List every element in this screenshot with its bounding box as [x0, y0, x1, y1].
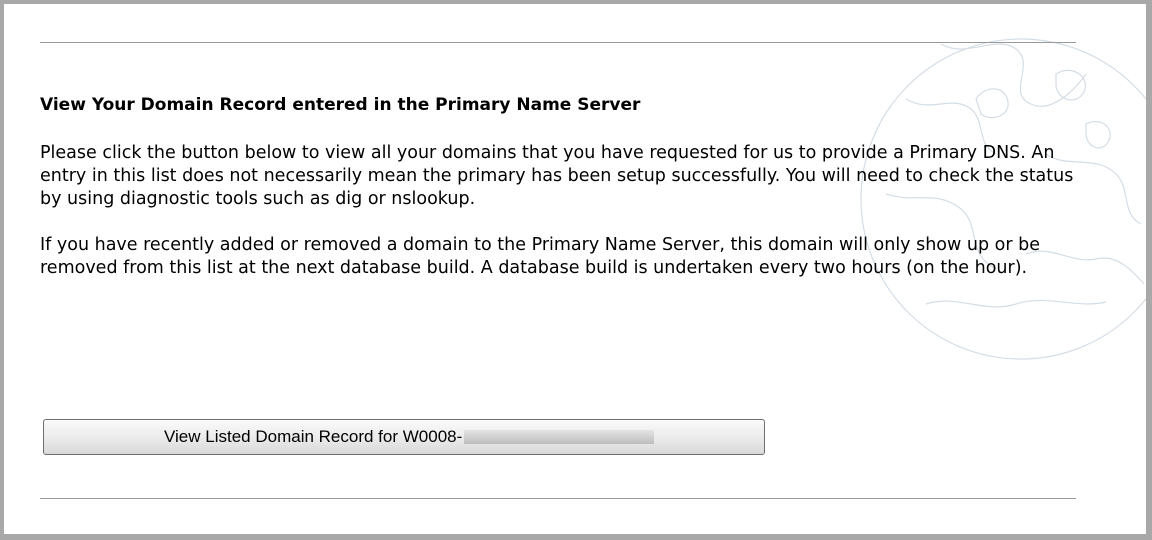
content-panel: View Your Domain Record entered in the P… — [0, 0, 1152, 540]
view-domain-record-button[interactable]: View Listed Domain Record for W0008- — [43, 419, 765, 455]
bottom-divider — [40, 498, 1076, 499]
domain-record-section: View Your Domain Record entered in the P… — [40, 94, 1100, 303]
instructions-paragraph: Please click the button below to view al… — [40, 143, 1074, 209]
top-divider — [40, 42, 1076, 43]
section-heading: View Your Domain Record entered in the P… — [40, 95, 641, 115]
view-domain-record-button-label: View Listed Domain Record for W0008- — [164, 427, 463, 446]
database-build-paragraph: If you have recently added or removed a … — [40, 235, 1040, 278]
redacted-account-id — [464, 429, 655, 444]
